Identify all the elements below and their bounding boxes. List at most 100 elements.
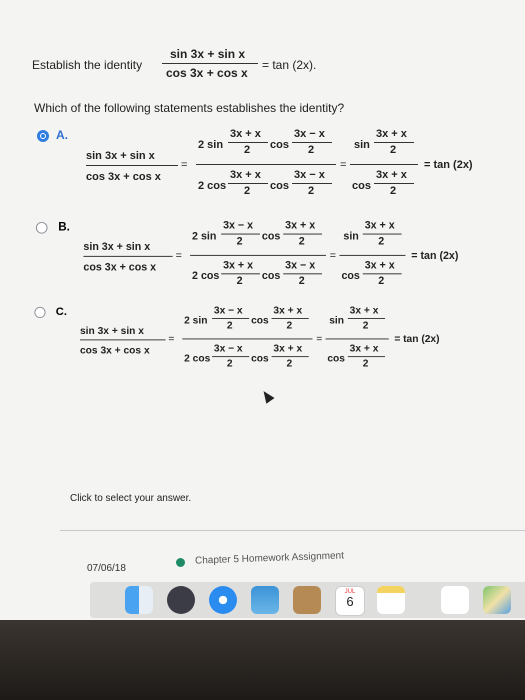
footer-divider xyxy=(60,530,525,531)
radio-button[interactable] xyxy=(37,130,49,142)
finder-icon[interactable] xyxy=(125,586,153,614)
mid-num-coef: 2 sin xyxy=(192,230,217,243)
mid-num-a-top: 3x + x xyxy=(230,128,261,140)
safari-icon[interactable] xyxy=(209,586,237,614)
r-num-top: 3x + x xyxy=(364,220,395,232)
r-den-bar xyxy=(374,183,414,184)
mid-den-b-top: 3x − x xyxy=(294,169,325,181)
calendar-icon[interactable]: JUL 6 xyxy=(335,586,365,616)
mid-num-func: cos xyxy=(270,139,289,151)
option-c[interactable]: C. sin 3x + sin x cos 3x + cos x = 2 sin 3x −… xyxy=(0,305,488,384)
r-den-func: cos xyxy=(327,353,346,365)
mid-fraction-bar xyxy=(182,338,313,340)
identity-fraction-bar xyxy=(162,63,258,64)
result-text: = tan (2x) xyxy=(424,159,473,171)
mid-num-b-bar xyxy=(271,318,309,319)
mid-den-coef: 2 cos xyxy=(192,270,220,283)
result-text: = tan (2x) xyxy=(411,250,459,262)
homework-screen: Establish the identity sin 3x + sin x co… xyxy=(0,0,525,620)
reminders-icon[interactable] xyxy=(441,586,469,614)
equals-sign: = xyxy=(175,250,182,262)
mid-den-b-bar xyxy=(292,183,332,184)
mid-num-b-top: 3x + x xyxy=(285,220,316,232)
mid-den-a-top: 3x − x xyxy=(213,343,243,355)
mid-den-coef: 2 cos xyxy=(184,353,211,365)
equals-sign-2: = xyxy=(329,250,337,262)
mid-num-a-top: 3x − x xyxy=(223,220,254,232)
question-text: Which of the following statements establ… xyxy=(34,101,345,115)
mid-num-a-bot: 2 xyxy=(244,144,251,156)
radio-button[interactable] xyxy=(34,306,46,319)
lhs-denominator: cos 3x + cos x xyxy=(83,261,157,274)
mid-den-b-top: 3x − x xyxy=(285,259,316,272)
radio-button[interactable] xyxy=(35,221,48,234)
mid-den-a-top: 3x + x xyxy=(230,169,261,181)
r-fraction-bar xyxy=(325,338,389,340)
lhs-denominator: cos 3x + cos x xyxy=(79,344,150,357)
mid-num-a-bar xyxy=(212,318,250,319)
lhs-fraction-bar xyxy=(79,339,166,341)
mid-den-b-bot: 2 xyxy=(298,275,305,287)
mid-num-b-top: 3x − x xyxy=(294,128,325,140)
lhs-denominator: cos 3x + cos x xyxy=(86,171,161,183)
option-b[interactable]: B. sin 3x + sin x cos 3x + cos x = 2 sin 3x −… xyxy=(0,220,509,302)
mid-num-b-top: 3x + x xyxy=(273,305,303,317)
establish-label: Establish the identity xyxy=(32,58,143,72)
mid-den-func: cos xyxy=(261,270,281,283)
r-num-func: sin xyxy=(329,315,345,327)
mid-den-a-bot: 2 xyxy=(226,358,233,370)
r-num-top: 3x + x xyxy=(349,305,379,317)
click-hint: Click to select your answer. xyxy=(70,493,192,504)
lhs-numerator: sin 3x + sin x xyxy=(79,325,144,337)
mid-den-b-bar xyxy=(271,356,309,358)
r-den-top: 3x + x xyxy=(349,343,379,355)
assignment-link[interactable]: Chapter 5 Homework Assignment xyxy=(195,550,344,566)
r-den-func: cos xyxy=(341,270,360,283)
lhs-numerator: sin 3x + sin x xyxy=(86,150,155,162)
r-den-func: cos xyxy=(352,180,371,192)
option-letter: A. xyxy=(56,128,68,142)
result-text: = tan (2x) xyxy=(394,333,440,345)
mid-den-b-bar xyxy=(283,273,323,275)
lhs-fraction-bar xyxy=(83,255,173,257)
mid-den-a-bar xyxy=(228,183,268,184)
equals-sign-2: = xyxy=(340,159,347,171)
mid-den-b-bot: 2 xyxy=(286,358,293,370)
mid-num-b-bar xyxy=(283,233,323,235)
mid-num-b-bot: 2 xyxy=(298,235,305,248)
option-letter: B. xyxy=(58,220,70,234)
mid-den-a-top: 3x + x xyxy=(223,259,254,272)
identity-denominator: cos 3x + cos x xyxy=(166,66,248,80)
mid-num-b-bar xyxy=(292,142,332,143)
option-a[interactable]: A. sin 3x + sin x cos 3x + cos x = 2 sin 3x +… xyxy=(0,128,525,213)
launchpad-icon[interactable] xyxy=(167,586,195,614)
mid-den-func: cos xyxy=(251,353,269,365)
identity-rhs: = tan (2x). xyxy=(262,58,317,72)
maps-icon[interactable] xyxy=(483,586,511,614)
mid-den-coef: 2 cos xyxy=(198,180,227,192)
mid-num-a-bar xyxy=(221,233,260,235)
r-num-bot: 2 xyxy=(362,319,369,332)
contacts-icon[interactable] xyxy=(293,586,321,614)
lhs-fraction-bar xyxy=(86,165,178,166)
mid-num-func: cos xyxy=(261,230,281,243)
r-num-top: 3x + x xyxy=(376,128,407,140)
mid-den-func: cos xyxy=(270,180,289,192)
r-num-bar xyxy=(362,233,402,235)
mid-den-a-bot: 2 xyxy=(236,275,243,287)
equals-sign: = xyxy=(181,159,188,171)
laptop-bezel xyxy=(0,620,525,700)
photos-icon[interactable] xyxy=(251,586,279,614)
r-den-top: 3x + x xyxy=(364,259,395,272)
mid-num-a-bot: 2 xyxy=(236,235,243,248)
r-num-func: sin xyxy=(343,230,359,243)
mid-den-a-bar xyxy=(221,273,260,275)
option-letter: C. xyxy=(55,305,67,319)
notes-icon[interactable] xyxy=(377,586,405,614)
mid-num-a-bot: 2 xyxy=(226,319,233,332)
mid-num-a-bar xyxy=(228,142,268,143)
mid-den-b-bot: 2 xyxy=(308,185,315,197)
r-num-bot: 2 xyxy=(390,144,397,156)
equals-sign: = xyxy=(168,333,175,345)
mid-den-a-bar xyxy=(212,356,250,358)
